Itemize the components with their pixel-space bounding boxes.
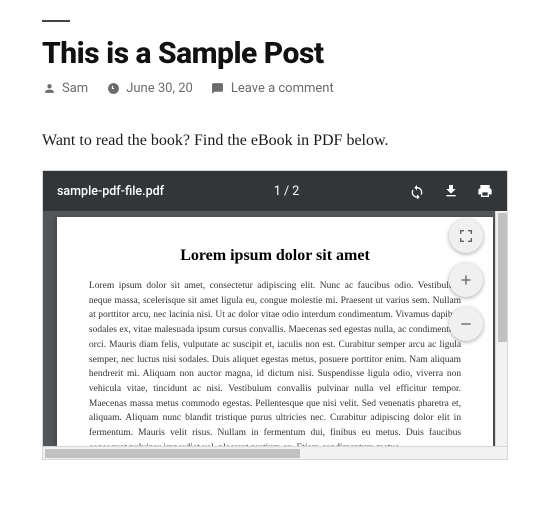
vertical-scrollbar[interactable]: [495, 211, 508, 446]
pdf-doc-title: Lorem ipsum dolor sit amet: [89, 247, 461, 265]
page-title: This is a Sample Post: [42, 36, 508, 71]
vertical-scrollbar-thumb[interactable]: [498, 213, 507, 342]
print-icon[interactable]: [477, 183, 493, 199]
pdf-viewer: sample-pdf-file.pdf 1 / 2 Lorem ipsum do…: [42, 170, 508, 460]
zoom-out-button[interactable]: [449, 307, 483, 341]
post-meta: Sam June 30, 20 Leave a comment: [42, 81, 508, 96]
post-date: June 30, 20: [126, 81, 193, 96]
comment-icon: [211, 82, 225, 96]
rotate-icon[interactable]: [409, 183, 425, 199]
fit-page-button[interactable]: [449, 219, 483, 253]
horizontal-scrollbar[interactable]: [43, 446, 507, 459]
pdf-filename: sample-pdf-file.pdf: [57, 184, 164, 199]
clock-icon: [106, 82, 120, 96]
author-name: Sam: [62, 81, 88, 96]
title-divider: [42, 20, 70, 22]
pdf-float-controls: [449, 219, 483, 341]
post-intro-text: Want to read the book? Find the eBook in…: [42, 132, 508, 150]
download-icon[interactable]: [443, 183, 459, 199]
horizontal-scrollbar-thumb[interactable]: [45, 449, 300, 458]
author-icon: [42, 82, 56, 96]
pdf-page: Lorem ipsum dolor sit amet Lorem ipsum d…: [57, 217, 493, 460]
pdf-toolbar: sample-pdf-file.pdf 1 / 2: [43, 171, 507, 211]
pdf-page-indicator: 1 / 2: [164, 184, 409, 199]
pdf-page-area: Lorem ipsum dolor sit amet Lorem ipsum d…: [43, 211, 507, 446]
pdf-doc-body: Lorem ipsum dolor sit amet, consectetur …: [89, 279, 461, 456]
comment-link[interactable]: Leave a comment: [231, 81, 334, 96]
zoom-in-button[interactable]: [449, 263, 483, 297]
